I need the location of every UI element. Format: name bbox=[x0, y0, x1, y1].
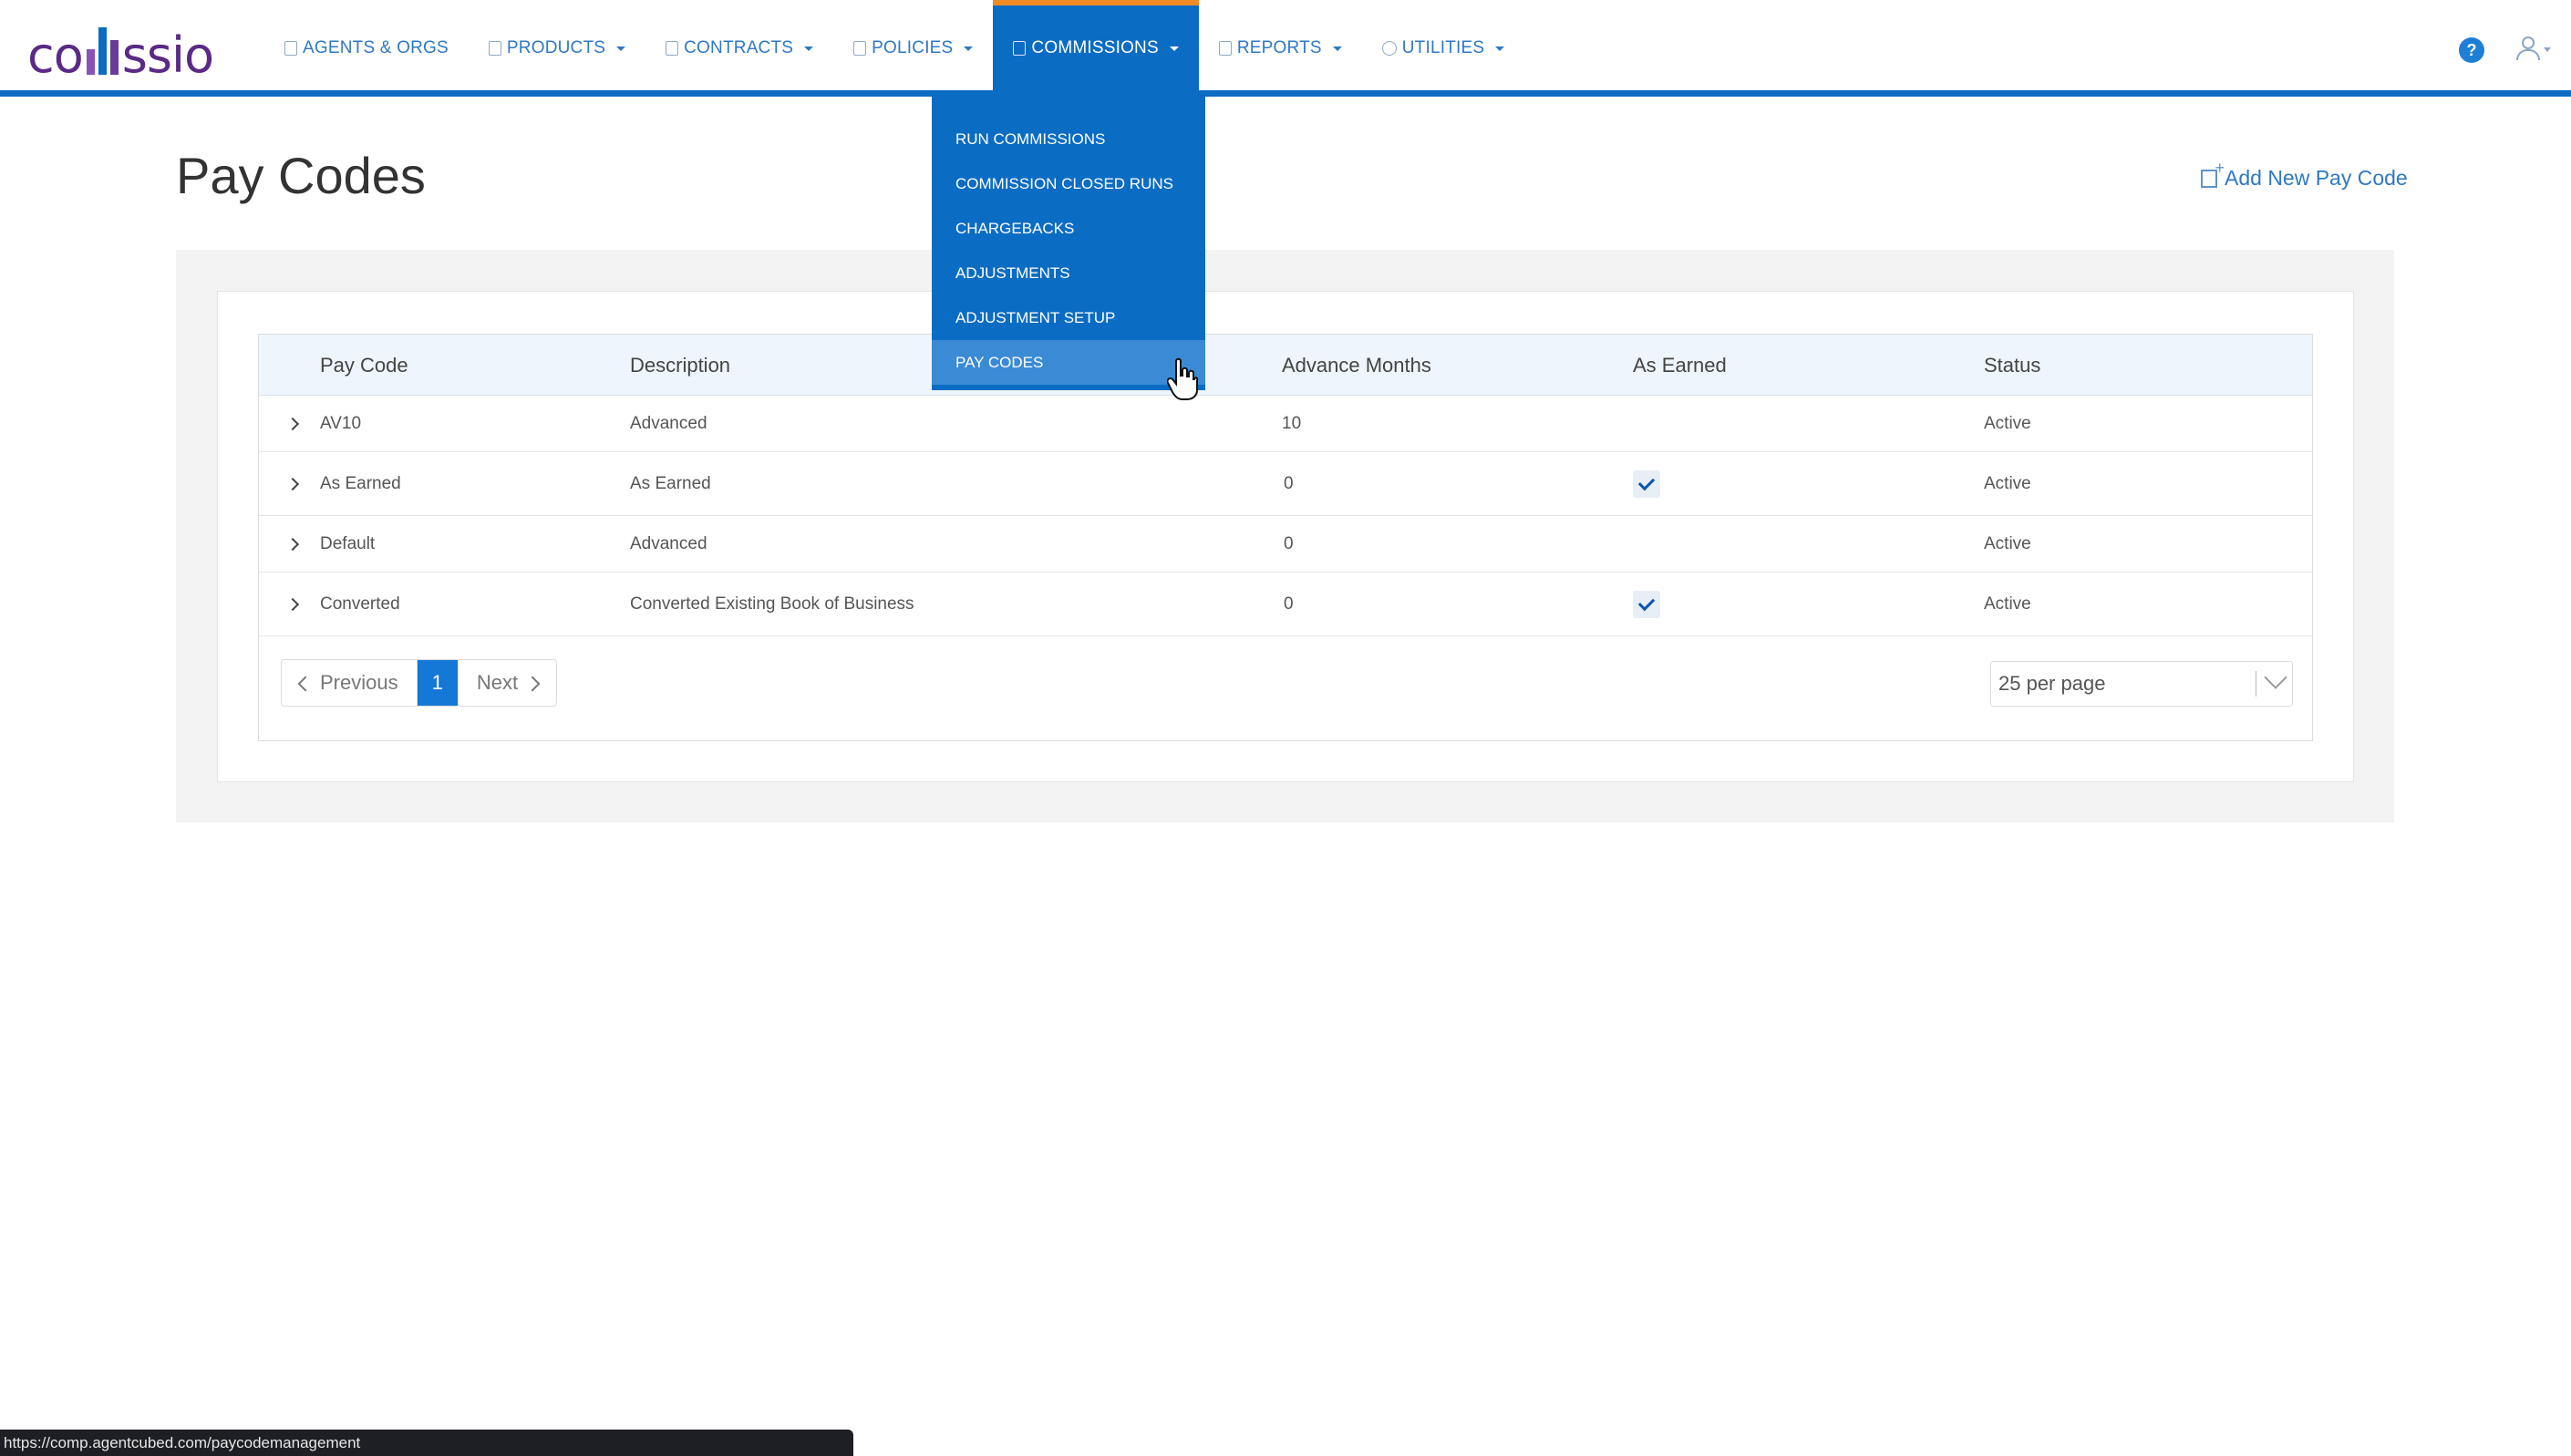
table-row[interactable]: Default Advanced 0 Active bbox=[259, 516, 2312, 573]
cell-status: Active bbox=[1984, 533, 2031, 553]
as-earned-checkbox[interactable] bbox=[1633, 590, 1660, 618]
caret-down-icon bbox=[1169, 46, 1179, 51]
nav-agents-orgs-label: AGENTS & ORGS bbox=[303, 38, 449, 57]
next-page-button[interactable]: Next bbox=[457, 660, 556, 706]
cell-status: Active bbox=[1984, 413, 2031, 433]
header-advance-months[interactable]: Advance Months bbox=[1282, 335, 1431, 396]
nav-policies-label: POLICIES bbox=[872, 38, 954, 57]
header-as-earned[interactable]: As Earned bbox=[1633, 335, 1727, 396]
previous-label: Previous bbox=[320, 671, 398, 694]
nav-contracts-label: CONTRACTS bbox=[684, 38, 794, 57]
logo-bars-icon bbox=[86, 27, 119, 75]
help-icon[interactable]: ? bbox=[2459, 37, 2484, 63]
nav-products[interactable]: PRODUCTS bbox=[469, 0, 645, 97]
nav-commissions[interactable]: COMMISSIONS bbox=[993, 0, 1199, 97]
menu-adjustments[interactable]: ADJUSTMENTS bbox=[932, 251, 1205, 295]
nav-reports[interactable]: REPORTS bbox=[1199, 0, 1362, 97]
cell-advance-months: 0 bbox=[1284, 594, 1294, 614]
page-title: Pay Codes bbox=[176, 147, 426, 204]
main-nav: AGENTS & ORGS PRODUCTS CONTRACTS POLICIE… bbox=[264, 0, 1524, 97]
nav-agents-orgs[interactable]: AGENTS & ORGS bbox=[264, 0, 469, 97]
cell-description: Advanced bbox=[630, 413, 707, 433]
contracts-icon bbox=[666, 41, 679, 56]
nav-contracts[interactable]: CONTRACTS bbox=[645, 0, 833, 97]
menu-adjustment-setup[interactable]: ADJUSTMENT SETUP bbox=[932, 295, 1205, 340]
nav-products-label: PRODUCTS bbox=[506, 38, 606, 57]
cell-pay-code: Converted bbox=[320, 594, 400, 614]
cell-description: As Earned bbox=[630, 473, 711, 493]
cell-description: Advanced bbox=[630, 533, 707, 553]
cell-advance-months: 0 bbox=[1284, 533, 1294, 553]
per-page-value: 25 per page bbox=[1998, 672, 2106, 695]
table-header: Pay Code Description Advance Months As E… bbox=[259, 335, 2312, 396]
nav-policies[interactable]: POLICIES bbox=[833, 0, 993, 97]
menu-pay-codes[interactable]: PAY CODES bbox=[932, 340, 1205, 385]
per-page-select[interactable]: 25 per page bbox=[1990, 661, 2293, 707]
cell-pay-code: AV10 bbox=[320, 413, 362, 433]
nav-utilities[interactable]: UTILITIES bbox=[1362, 0, 1524, 97]
next-label: Next bbox=[476, 671, 519, 694]
top-navbar: co ssio AGENTS & ORGS PRODUCTS CONTRACTS bbox=[0, 0, 2571, 97]
add-new-pay-code-link[interactable]: Add New Pay Code bbox=[2201, 159, 2408, 191]
cell-description: Converted Existing Book of Business bbox=[630, 594, 914, 614]
logo-text-right: ssio bbox=[121, 26, 214, 84]
browser-status-bar: https://comp.agentcubed.com/paycodemanag… bbox=[0, 1430, 853, 1456]
commissions-icon bbox=[1013, 41, 1027, 56]
chevron-right-icon[interactable] bbox=[285, 537, 300, 551]
commissions-dropdown: RUN COMMISSIONS COMMISSION CLOSED RUNS C… bbox=[932, 97, 1205, 390]
policies-icon bbox=[853, 41, 867, 56]
table-row[interactable]: Converted Converted Existing Book of Bus… bbox=[259, 573, 2312, 636]
as-earned-checkbox[interactable] bbox=[1633, 470, 1660, 498]
nav-reports-label: REPORTS bbox=[1236, 38, 1322, 57]
chevron-right-icon[interactable] bbox=[285, 597, 300, 611]
cell-status: Active bbox=[1984, 473, 2031, 493]
products-icon bbox=[488, 41, 501, 56]
header-description[interactable]: Description bbox=[630, 335, 730, 396]
cell-advance-months: 0 bbox=[1284, 473, 1294, 493]
chevron-right-icon bbox=[524, 676, 541, 692]
page-1-button[interactable]: 1 bbox=[417, 660, 458, 706]
cell-advance-months: 10 bbox=[1282, 413, 1302, 433]
cell-pay-code: As Earned bbox=[320, 473, 401, 493]
logo-text-left: co bbox=[27, 26, 84, 84]
menu-chargebacks[interactable]: CHARGEBACKS bbox=[932, 206, 1205, 251]
pagination: Previous 1 Next bbox=[281, 659, 558, 707]
caret-down-icon bbox=[616, 46, 626, 51]
previous-page-button[interactable]: Previous bbox=[282, 660, 418, 706]
app-logo[interactable]: co ssio bbox=[27, 26, 214, 84]
cell-pay-code: Default bbox=[320, 533, 376, 553]
cell-status: Active bbox=[1984, 594, 2031, 614]
header-pay-code[interactable]: Pay Code bbox=[320, 335, 408, 396]
help-label: ? bbox=[2466, 40, 2477, 59]
globe-icon bbox=[1381, 41, 1397, 56]
caret-down-icon bbox=[964, 46, 974, 51]
caret-down-icon bbox=[804, 46, 814, 51]
user-menu-icon[interactable] bbox=[2514, 35, 2551, 62]
chevron-right-icon[interactable] bbox=[285, 477, 300, 490]
add-new-pay-code-label: Add New Pay Code bbox=[2225, 166, 2408, 190]
hand-cursor-icon bbox=[1167, 357, 1198, 400]
nav-commissions-label: COMMISSIONS bbox=[1031, 38, 1159, 57]
chevron-down-icon bbox=[2264, 666, 2287, 689]
menu-commission-closed-runs[interactable]: COMMISSION CLOSED RUNS bbox=[932, 161, 1205, 206]
menu-run-commissions[interactable]: RUN COMMISSIONS bbox=[932, 117, 1205, 161]
nav-utilities-label: UTILITIES bbox=[1401, 38, 1485, 57]
caret-down-icon bbox=[1332, 46, 1342, 51]
table-row[interactable]: AV10 Advanced 10 Active bbox=[259, 396, 2312, 452]
pay-codes-table: Pay Code Description Advance Months As E… bbox=[258, 334, 2313, 741]
reports-icon bbox=[1218, 41, 1232, 56]
caret-down-icon bbox=[1495, 46, 1505, 51]
chevron-right-icon[interactable] bbox=[285, 417, 300, 430]
app-root: co ssio AGENTS & ORGS PRODUCTS CONTRACTS bbox=[0, 0, 2571, 1456]
chevron-left-icon bbox=[297, 676, 314, 692]
table-row[interactable]: As Earned As Earned 0 Active bbox=[259, 452, 2312, 516]
agents-icon bbox=[284, 41, 297, 56]
header-status[interactable]: Status bbox=[1984, 335, 2040, 396]
add-document-icon bbox=[2201, 159, 2225, 188]
